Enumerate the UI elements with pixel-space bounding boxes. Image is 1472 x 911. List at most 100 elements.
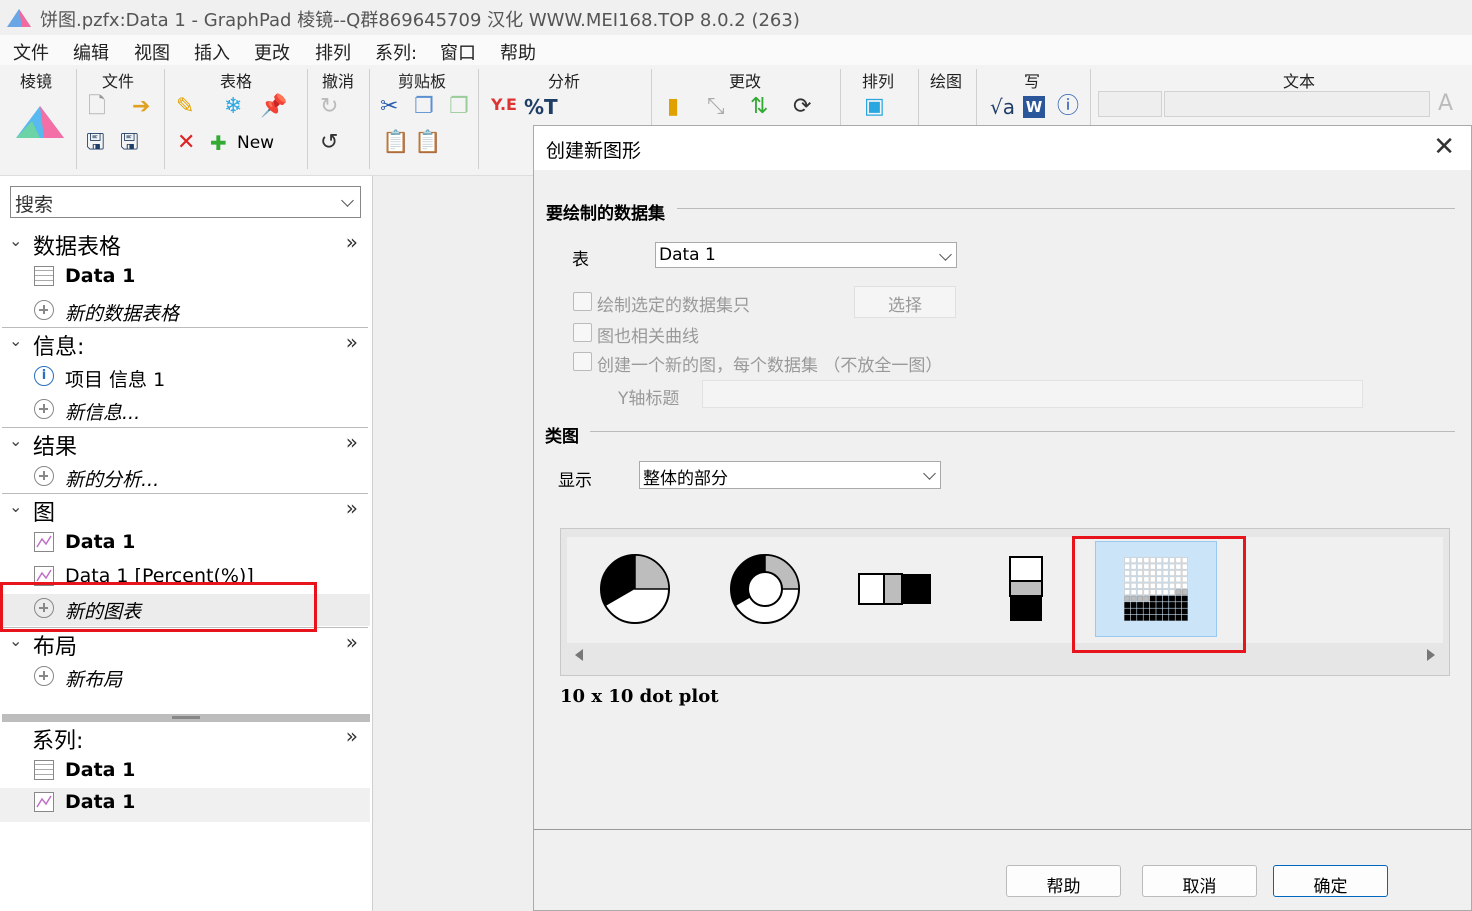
section-layouts[interactable]: ⌄ 布局 » xyxy=(0,628,370,660)
section-info[interactable]: ⌄ 信息: » xyxy=(0,328,370,360)
expand-more-icon[interactable]: » xyxy=(346,330,358,354)
splitter[interactable] xyxy=(2,714,370,722)
expand-more-icon[interactable]: » xyxy=(346,430,358,454)
new-plus-icon[interactable]: ✚ xyxy=(210,131,227,155)
y-axis-title-input[interactable] xyxy=(702,380,1363,408)
menu-insert[interactable]: 插入 xyxy=(194,39,230,65)
new-file-icon[interactable]: 🗋 xyxy=(88,95,106,119)
section-data-tables[interactable]: ⌄ 数据表格 » xyxy=(0,228,370,260)
chevron-down-icon[interactable]: ⌄ xyxy=(9,431,22,450)
rotate-icon[interactable]: ⟳ xyxy=(793,95,811,119)
nav-item-label: 新布局 xyxy=(65,669,123,691)
dot-cell xyxy=(1143,570,1150,576)
chevron-down-icon[interactable]: ⌄ xyxy=(9,631,22,650)
dot-cell xyxy=(1175,570,1182,576)
save-icon[interactable]: 🖫 xyxy=(86,131,105,155)
nav-item-graph[interactable]: Data 1 xyxy=(0,528,370,560)
dot-plot-option[interactable] xyxy=(1095,541,1217,637)
arrange-icon[interactable]: ▣ xyxy=(864,95,885,119)
highlight-icon[interactable]: ✎ xyxy=(176,95,194,119)
section-results[interactable]: ⌄ 结果 » xyxy=(0,428,370,460)
pie-chart-option[interactable] xyxy=(574,541,696,637)
vertical-stacked-bar-option[interactable] xyxy=(965,541,1087,637)
axis-icon[interactable]: ⤡ xyxy=(707,95,725,119)
menu-window[interactable]: 窗口 xyxy=(440,39,476,65)
font-name-combo[interactable] xyxy=(1164,91,1430,117)
analyze-icon[interactable]: Y.E xyxy=(491,95,517,114)
menu-change[interactable]: 更改 xyxy=(254,39,290,65)
scroll-right-icon[interactable] xyxy=(1427,649,1435,661)
save-as-icon[interactable]: 🖫 xyxy=(120,131,139,155)
info-icon[interactable]: ⓘ xyxy=(1057,95,1079,119)
nav-item-graph[interactable]: Data 1 [Percent(%)] xyxy=(0,562,370,594)
cancel-button[interactable]: 取消 xyxy=(1142,865,1257,897)
help-button[interactable]: 帮助 xyxy=(1006,865,1121,897)
new-button[interactable]: New xyxy=(237,133,274,153)
freeze-icon[interactable]: ❄ xyxy=(224,95,242,119)
close-icon[interactable]: ✕ xyxy=(1433,132,1455,162)
show-select[interactable]: 整体的部分 xyxy=(639,461,941,489)
expand-more-icon[interactable]: » xyxy=(346,630,358,654)
transform-icon[interactable]: %T xyxy=(524,95,558,119)
chevron-down-icon[interactable] xyxy=(341,194,354,207)
scroll-left-icon[interactable] xyxy=(575,649,583,661)
graph-icon xyxy=(34,792,54,812)
create-graph-dialog: 创建新图形 ✕ 要绘制的数据集 表 Data 1 绘制选定的数据集只 选择 图也… xyxy=(533,125,1472,911)
nav-item-new-layout[interactable]: 新布局 xyxy=(0,662,370,694)
family-item-table[interactable]: Data 1 xyxy=(0,756,370,788)
menu-arrange[interactable]: 排列 xyxy=(315,39,351,65)
change-graph-type-icon[interactable]: ▮ xyxy=(667,95,679,119)
dot-cell xyxy=(1149,614,1156,621)
section-graphs[interactable]: ⌄ 图 » xyxy=(0,494,370,526)
dot-cell xyxy=(1130,582,1137,589)
nav-item-data-table[interactable]: Data 1 xyxy=(0,262,370,294)
menu-file[interactable]: 文件 xyxy=(13,39,49,65)
menu-view[interactable]: 视图 xyxy=(134,39,170,65)
family-item-graph[interactable]: Data 1 xyxy=(0,788,370,822)
table-select[interactable]: Data 1 xyxy=(655,242,957,268)
paste-options-icon[interactable]: 📋 xyxy=(414,131,441,155)
expand-more-icon[interactable]: » xyxy=(346,496,358,520)
chevron-down-icon[interactable]: ⌄ xyxy=(9,231,22,250)
menu-help[interactable]: 帮助 xyxy=(500,39,536,65)
paste-icon[interactable]: 📋 xyxy=(382,131,409,155)
nav-item-new-graph[interactable]: 新的图表 xyxy=(0,594,370,626)
select-button[interactable]: 选择 xyxy=(854,286,956,318)
graph-icon xyxy=(34,566,54,586)
prism-button-icon[interactable] xyxy=(14,105,66,139)
new-graph-each-checkbox[interactable] xyxy=(573,352,592,371)
nav-item-new-analysis[interactable]: 新的分析... xyxy=(0,462,370,494)
redo-icon[interactable]: ↻ xyxy=(320,95,338,119)
delete-icon[interactable]: ✕ xyxy=(177,131,195,155)
expand-more-icon[interactable]: » xyxy=(346,230,358,254)
horizontal-stacked-bar-option[interactable] xyxy=(834,541,956,637)
prism-logo-icon xyxy=(7,9,31,27)
menu-edit[interactable]: 编辑 xyxy=(73,39,109,65)
donut-chart-option[interactable] xyxy=(704,541,826,637)
equation-icon[interactable]: √a xyxy=(990,95,1015,119)
pin-icon[interactable]: 📌 xyxy=(260,95,287,119)
menu-family[interactable]: 系列: xyxy=(375,39,417,65)
chevron-down-icon[interactable]: ⌄ xyxy=(9,331,22,350)
nav-item-project-info[interactable]: i 项目 信息 1 xyxy=(0,362,370,394)
copy-icon[interactable]: ❐ xyxy=(414,95,434,119)
selected-only-checkbox[interactable] xyxy=(573,292,592,311)
undo-icon[interactable]: ↺ xyxy=(320,131,338,155)
section-title: 系列: xyxy=(32,729,84,754)
search-input[interactable]: 搜索 xyxy=(10,186,361,218)
sort-icon[interactable]: ⇅ xyxy=(750,95,768,119)
expand-more-icon[interactable]: » xyxy=(346,724,358,748)
related-curves-checkbox[interactable] xyxy=(573,323,592,342)
font-size-combo[interactable] xyxy=(1098,91,1162,117)
add-icon xyxy=(34,666,54,686)
paste-special-icon[interactable]: ❐ xyxy=(449,95,469,119)
ok-button[interactable]: 确定 xyxy=(1273,865,1388,897)
cut-icon[interactable]: ✂ xyxy=(380,95,398,119)
open-file-icon[interactable]: ➔ xyxy=(132,95,150,119)
dot-cell xyxy=(1169,570,1175,576)
chevron-down-icon[interactable]: ⌄ xyxy=(9,497,22,516)
font-color-icon[interactable]: A xyxy=(1438,91,1453,116)
nav-item-new-data-table[interactable]: 新的数据表格 xyxy=(0,296,370,328)
word-icon[interactable]: W xyxy=(1023,96,1045,118)
nav-item-new-info[interactable]: 新信息... xyxy=(0,395,370,427)
